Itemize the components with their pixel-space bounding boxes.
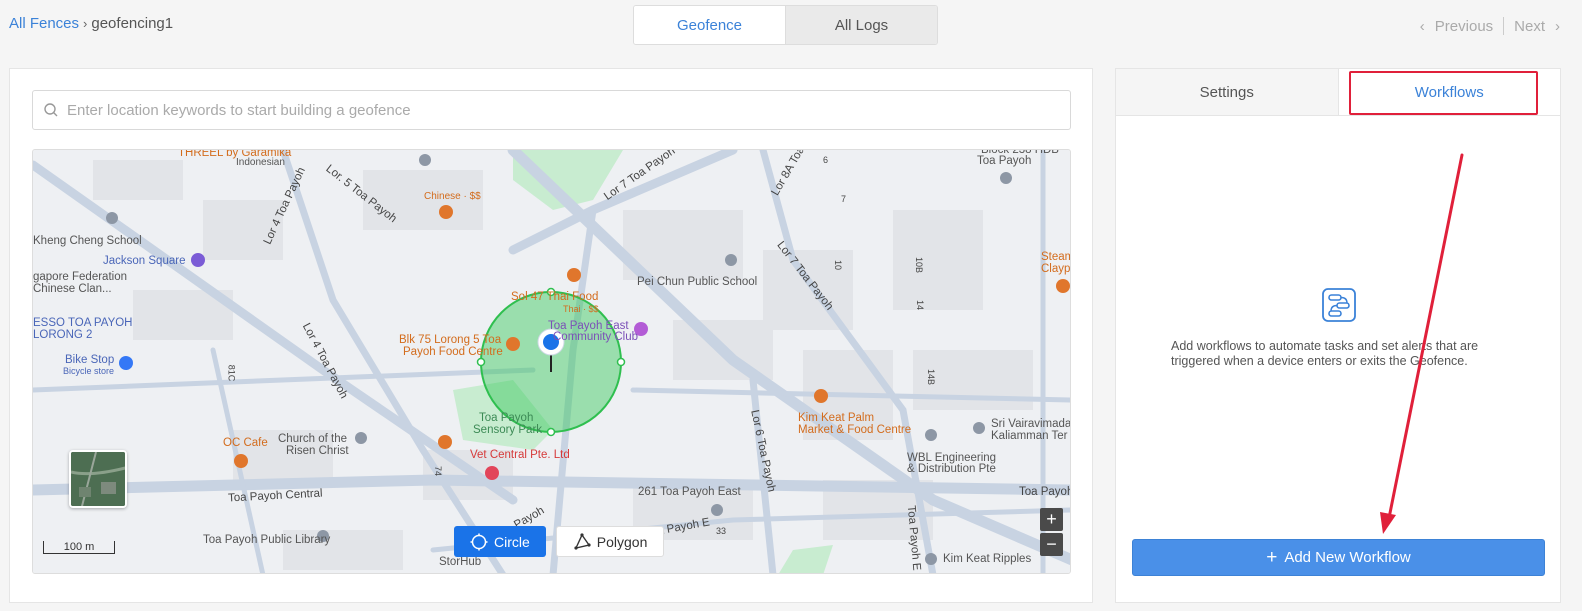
map-block-label: 74 (433, 465, 444, 477)
geofence-sidebar: Settings Workflows Add workflows to auto… (1115, 68, 1561, 603)
geofence-editor-panel: THREEL by Garamika Indonesian Chinese · … (9, 68, 1093, 603)
map-poi-label: Kim Keat Ripples (943, 553, 1032, 565)
map-poi-label: Risen Christ (286, 445, 349, 457)
map-poi-label: Sensory Park (473, 424, 543, 436)
map-poi-label: Claypo (1041, 263, 1071, 275)
map-block-label: 14 (915, 299, 926, 311)
map-poi-label: Pei Chun Public School (637, 276, 758, 288)
map-poi-sublabel: Bicycle store (63, 366, 115, 376)
circle-shape-icon (470, 533, 488, 550)
tab-settings[interactable]: Settings (1116, 69, 1339, 115)
shape-mode-toggle: Circle Polygon (454, 526, 665, 557)
plus-icon: + (1266, 547, 1278, 568)
next-button[interactable]: Next (1514, 18, 1545, 35)
zoom-out-button[interactable]: − (1040, 533, 1063, 556)
tab-all-logs[interactable]: All Logs (785, 6, 937, 44)
location-search (32, 90, 1071, 130)
circle-mode-label: Circle (494, 533, 530, 550)
map-canvas[interactable]: THREEL by Garamika Indonesian Chinese · … (32, 149, 1071, 574)
chevron-right-icon: › (1555, 17, 1560, 35)
breadcrumb: All Fences › geofencing1 (9, 15, 173, 32)
breadcrumb-current: geofencing1 (91, 15, 174, 32)
map-poi-label: Vet Central Pte. Ltd (470, 449, 570, 461)
map-block-label: 10 (833, 259, 844, 271)
map-poi-label: Toa Payoh (977, 155, 1032, 167)
polygon-shape-icon (574, 532, 591, 550)
map-poi-sublabel: Chinese · $$ (424, 191, 481, 202)
top-tabs: Geofence All Logs (633, 5, 938, 45)
add-new-workflow-label: Add New Workflow (1284, 549, 1411, 566)
previous-button[interactable]: Previous (1435, 18, 1493, 35)
map-poi-label: Community Club (553, 331, 638, 343)
map-block-label: 33 (716, 526, 727, 536)
satellite-view-toggle[interactable] (69, 450, 127, 508)
polygon-mode-label: Polygon (596, 533, 648, 550)
satellite-thumbnail-icon (71, 452, 125, 506)
workflows-empty-message: Add workflows to automate tasks and set … (1171, 339, 1479, 368)
map-scale: 100 m (43, 541, 115, 554)
pager: ‹ Previous Next › (1420, 17, 1560, 35)
map-block-label: 7 (841, 194, 847, 204)
circle-mode-button[interactable]: Circle (454, 526, 546, 557)
map-poi-label: 261 Toa Payoh East (638, 486, 741, 498)
tab-workflows[interactable]: Workflows (1338, 69, 1560, 115)
map-poi-label: OC Cafe (223, 437, 268, 449)
sidebar-tabs: Settings Workflows (1116, 69, 1560, 116)
map-poi-label: Payoh Food Centre (403, 346, 503, 358)
map-poi-label: Market & Food Centre (798, 424, 912, 436)
map-poi-label: LORONG 2 (33, 329, 93, 341)
map-poi-label: Kaliamman Ter (991, 430, 1068, 442)
zoom-controls: + − (1040, 508, 1063, 556)
search-icon (44, 103, 58, 117)
map-poi-sublabel: Thai · $$ (563, 304, 599, 314)
breadcrumb-all-fences-link[interactable]: All Fences (9, 15, 79, 32)
map-poi-label: Jackson Square (103, 255, 186, 267)
map-poi-label: Kheng Cheng School (33, 235, 142, 247)
map-block-label: 14B (926, 368, 937, 386)
chevron-right-icon: › (83, 16, 88, 31)
zoom-in-button[interactable]: + (1040, 508, 1063, 531)
tab-geofence[interactable]: Geofence (634, 6, 785, 44)
workflow-icon (1322, 288, 1356, 322)
map-poi-label: Chinese Clan... (33, 283, 112, 295)
map-poi-label: Toa Payoh Public Library (203, 534, 331, 546)
map-road-label: Toa Payoh (1019, 486, 1071, 498)
polygon-mode-button[interactable]: Polygon (555, 526, 665, 557)
chevron-left-icon: ‹ (1419, 17, 1425, 35)
map-poi-label: StorHub (439, 556, 482, 568)
map-block-label: 81C (226, 364, 237, 382)
pager-divider (1503, 17, 1505, 35)
map-block-label: 6 (823, 155, 829, 165)
map-poi-sublabel: Indonesian (236, 157, 285, 168)
map-poi-label: & Distribution Pte (907, 463, 996, 475)
map-block-label: 10B (914, 256, 925, 274)
add-new-workflow-button[interactable]: + Add New Workflow (1132, 539, 1545, 576)
location-search-input[interactable] (67, 101, 1043, 119)
